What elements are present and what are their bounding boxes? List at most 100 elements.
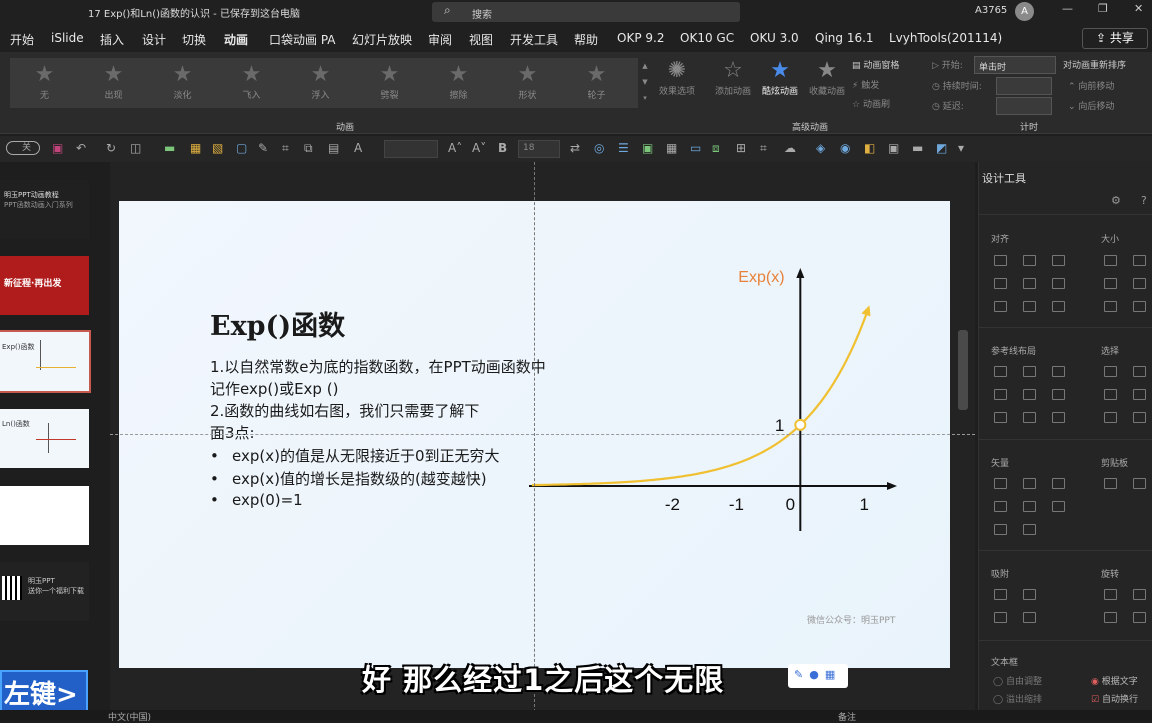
font-name-select[interactable] bbox=[384, 140, 438, 158]
image-icon[interactable]: ▧ bbox=[212, 141, 223, 155]
menu-slideshow[interactable]: 幻灯片放映 bbox=[352, 31, 412, 48]
stretch-v-icon[interactable] bbox=[1133, 301, 1146, 312]
select-type-icon[interactable] bbox=[1133, 389, 1146, 400]
select-down-icon[interactable] bbox=[1104, 412, 1117, 423]
align-right-icon[interactable] bbox=[1052, 255, 1065, 266]
menu-okp[interactable]: OKP 9.2 bbox=[617, 31, 664, 45]
save-icon[interactable]: ▣ bbox=[52, 141, 63, 155]
animation-pane-button[interactable]: ▤ 动画窗格 bbox=[852, 58, 899, 71]
menu-lvyhtools[interactable]: LvyhTools(201114) bbox=[889, 31, 1002, 45]
decrease-font-icon[interactable]: A˅ bbox=[472, 141, 486, 155]
thumbnail-2[interactable]: 新征程·再出发 bbox=[0, 256, 89, 315]
trigger-button[interactable]: ⚡ 触发 bbox=[852, 78, 879, 91]
duration-input[interactable] bbox=[996, 77, 1052, 95]
text-highlight-icon[interactable]: ▣ bbox=[642, 141, 653, 155]
thumbnail-3[interactable]: Exp()函数 bbox=[0, 330, 91, 393]
select-same-icon[interactable] bbox=[1104, 366, 1117, 377]
menu-ok10[interactable]: OK10 GC bbox=[680, 31, 734, 45]
thumbnail-6[interactable]: 明玉PPT 送你一个福利下载 bbox=[0, 562, 89, 621]
subtract-icon[interactable] bbox=[1023, 501, 1036, 512]
help-icon[interactable]: ? bbox=[1141, 194, 1147, 207]
thumbnail-4[interactable]: Ln()函数 bbox=[0, 409, 89, 468]
minimize-button[interactable]: — bbox=[1062, 2, 1073, 15]
distribute-v-icon[interactable] bbox=[1023, 301, 1036, 312]
rotate-right-icon[interactable] bbox=[1133, 589, 1146, 600]
copy-format-icon[interactable] bbox=[1023, 524, 1036, 535]
align-center-icon[interactable] bbox=[1023, 255, 1036, 266]
search-box[interactable]: ⌕ 搜索 bbox=[432, 2, 740, 22]
vertical-scrollbar[interactable] bbox=[958, 330, 968, 410]
guide-top-icon[interactable] bbox=[994, 389, 1007, 400]
distribute-h-icon[interactable] bbox=[994, 301, 1007, 312]
effect-options-button[interactable]: ✺ 效果选项 bbox=[654, 58, 700, 97]
redo-icon[interactable]: ↻ bbox=[106, 141, 116, 155]
menu-islide[interactable]: iSlide bbox=[51, 31, 84, 45]
menu-developer[interactable]: 开发工具 bbox=[510, 31, 558, 48]
delay-input[interactable] bbox=[996, 97, 1052, 115]
combine-icon[interactable] bbox=[1023, 478, 1036, 489]
frame-icon[interactable]: ▣ bbox=[888, 141, 899, 155]
same-size-icon[interactable] bbox=[1104, 278, 1117, 289]
thumbnail-5[interactable] bbox=[0, 486, 89, 545]
fill-icon[interactable]: ▦ bbox=[190, 141, 201, 155]
align-left-icon[interactable] bbox=[994, 255, 1007, 266]
align-icon[interactable]: ▤ bbox=[328, 141, 339, 155]
menu-design[interactable]: 设计 bbox=[142, 31, 166, 48]
menu-insert[interactable]: 插入 bbox=[100, 31, 124, 48]
same-height-icon[interactable] bbox=[1133, 255, 1146, 266]
menu-review[interactable]: 审阅 bbox=[428, 31, 452, 48]
font-size-select[interactable]: 18 bbox=[518, 140, 560, 158]
copy-icon[interactable] bbox=[1104, 478, 1117, 489]
guide-left-icon[interactable] bbox=[994, 366, 1007, 377]
eye-off-icon[interactable]: ◈ bbox=[816, 141, 825, 155]
snap-right-icon[interactable] bbox=[1023, 589, 1036, 600]
move-later-button[interactable]: ⌄ 向后移动 bbox=[1068, 99, 1114, 112]
snap-left-icon[interactable] bbox=[994, 589, 1007, 600]
textbox-icon[interactable]: ▢ bbox=[236, 141, 247, 155]
paste-icon[interactable]: ⇄ bbox=[570, 141, 580, 155]
align-middle-icon[interactable] bbox=[1023, 278, 1036, 289]
anim-appear[interactable]: ★ 出现 bbox=[79, 58, 148, 108]
resize-to-text-option[interactable]: ◉ 根据文字 bbox=[1091, 674, 1138, 687]
menu-view[interactable]: 视图 bbox=[469, 31, 493, 48]
crop-icon[interactable]: ⌗ bbox=[282, 141, 289, 156]
close-button[interactable]: ✕ bbox=[1134, 2, 1143, 15]
text-to-shape-icon[interactable] bbox=[994, 524, 1007, 535]
overflow-shrink-option[interactable]: ◯ 溢出缩排 bbox=[993, 692, 1042, 705]
share-button[interactable]: ⇪ 共享 bbox=[1082, 28, 1148, 49]
window-icon[interactable]: ◩ bbox=[936, 141, 947, 155]
snap-bottom-icon[interactable] bbox=[1023, 612, 1036, 623]
guide-frame-icon[interactable] bbox=[1052, 412, 1065, 423]
select-layer-icon[interactable] bbox=[1133, 412, 1146, 423]
menu-oku[interactable]: OKU 3.0 bbox=[750, 31, 799, 45]
bookmark-icon[interactable]: ◧ bbox=[864, 141, 875, 155]
increase-font-icon[interactable]: A˄ bbox=[448, 141, 462, 155]
table-icon[interactable]: ▦ bbox=[666, 141, 677, 155]
eye-icon[interactable]: ◉ bbox=[840, 141, 850, 155]
undo-icon[interactable]: ↶ bbox=[76, 141, 86, 155]
layout-icon[interactable]: ⧈ bbox=[712, 141, 720, 156]
rotate-left-icon[interactable] bbox=[1104, 589, 1117, 600]
menu-help[interactable]: 帮助 bbox=[574, 31, 598, 48]
select-color-icon[interactable] bbox=[1104, 389, 1117, 400]
stretch-h-icon[interactable] bbox=[1104, 301, 1117, 312]
edit-points-icon[interactable] bbox=[1052, 501, 1065, 512]
guide-h-icon[interactable] bbox=[994, 412, 1007, 423]
floating-toolbar[interactable]: ✎●▦ bbox=[788, 664, 848, 688]
distribute-grid-icon[interactable] bbox=[1052, 301, 1065, 312]
picture-icon[interactable]: ▭ bbox=[690, 141, 701, 155]
guide-right-icon[interactable] bbox=[1052, 366, 1065, 377]
word-wrap-option[interactable]: ☑ 自动换行 bbox=[1091, 692, 1138, 705]
format-icon[interactable]: ▬ bbox=[164, 141, 175, 155]
snap-top-icon[interactable] bbox=[994, 612, 1007, 623]
anim-wipe[interactable]: ★ 擦除 bbox=[424, 58, 493, 108]
favorites-button[interactable]: ★ 收藏动画 bbox=[804, 58, 850, 97]
select-invert-icon[interactable] bbox=[1133, 366, 1146, 377]
minimize-shape-icon[interactable]: ▬ bbox=[912, 141, 923, 155]
font-color-icon[interactable]: A bbox=[354, 141, 362, 155]
align-bottom-icon[interactable] bbox=[1052, 278, 1065, 289]
guide-center-icon[interactable] bbox=[1023, 366, 1036, 377]
menu-animations[interactable]: 动画 bbox=[224, 31, 249, 54]
guide-v-icon[interactable] bbox=[1023, 412, 1036, 423]
anim-none[interactable]: ★ 无 bbox=[10, 58, 79, 108]
